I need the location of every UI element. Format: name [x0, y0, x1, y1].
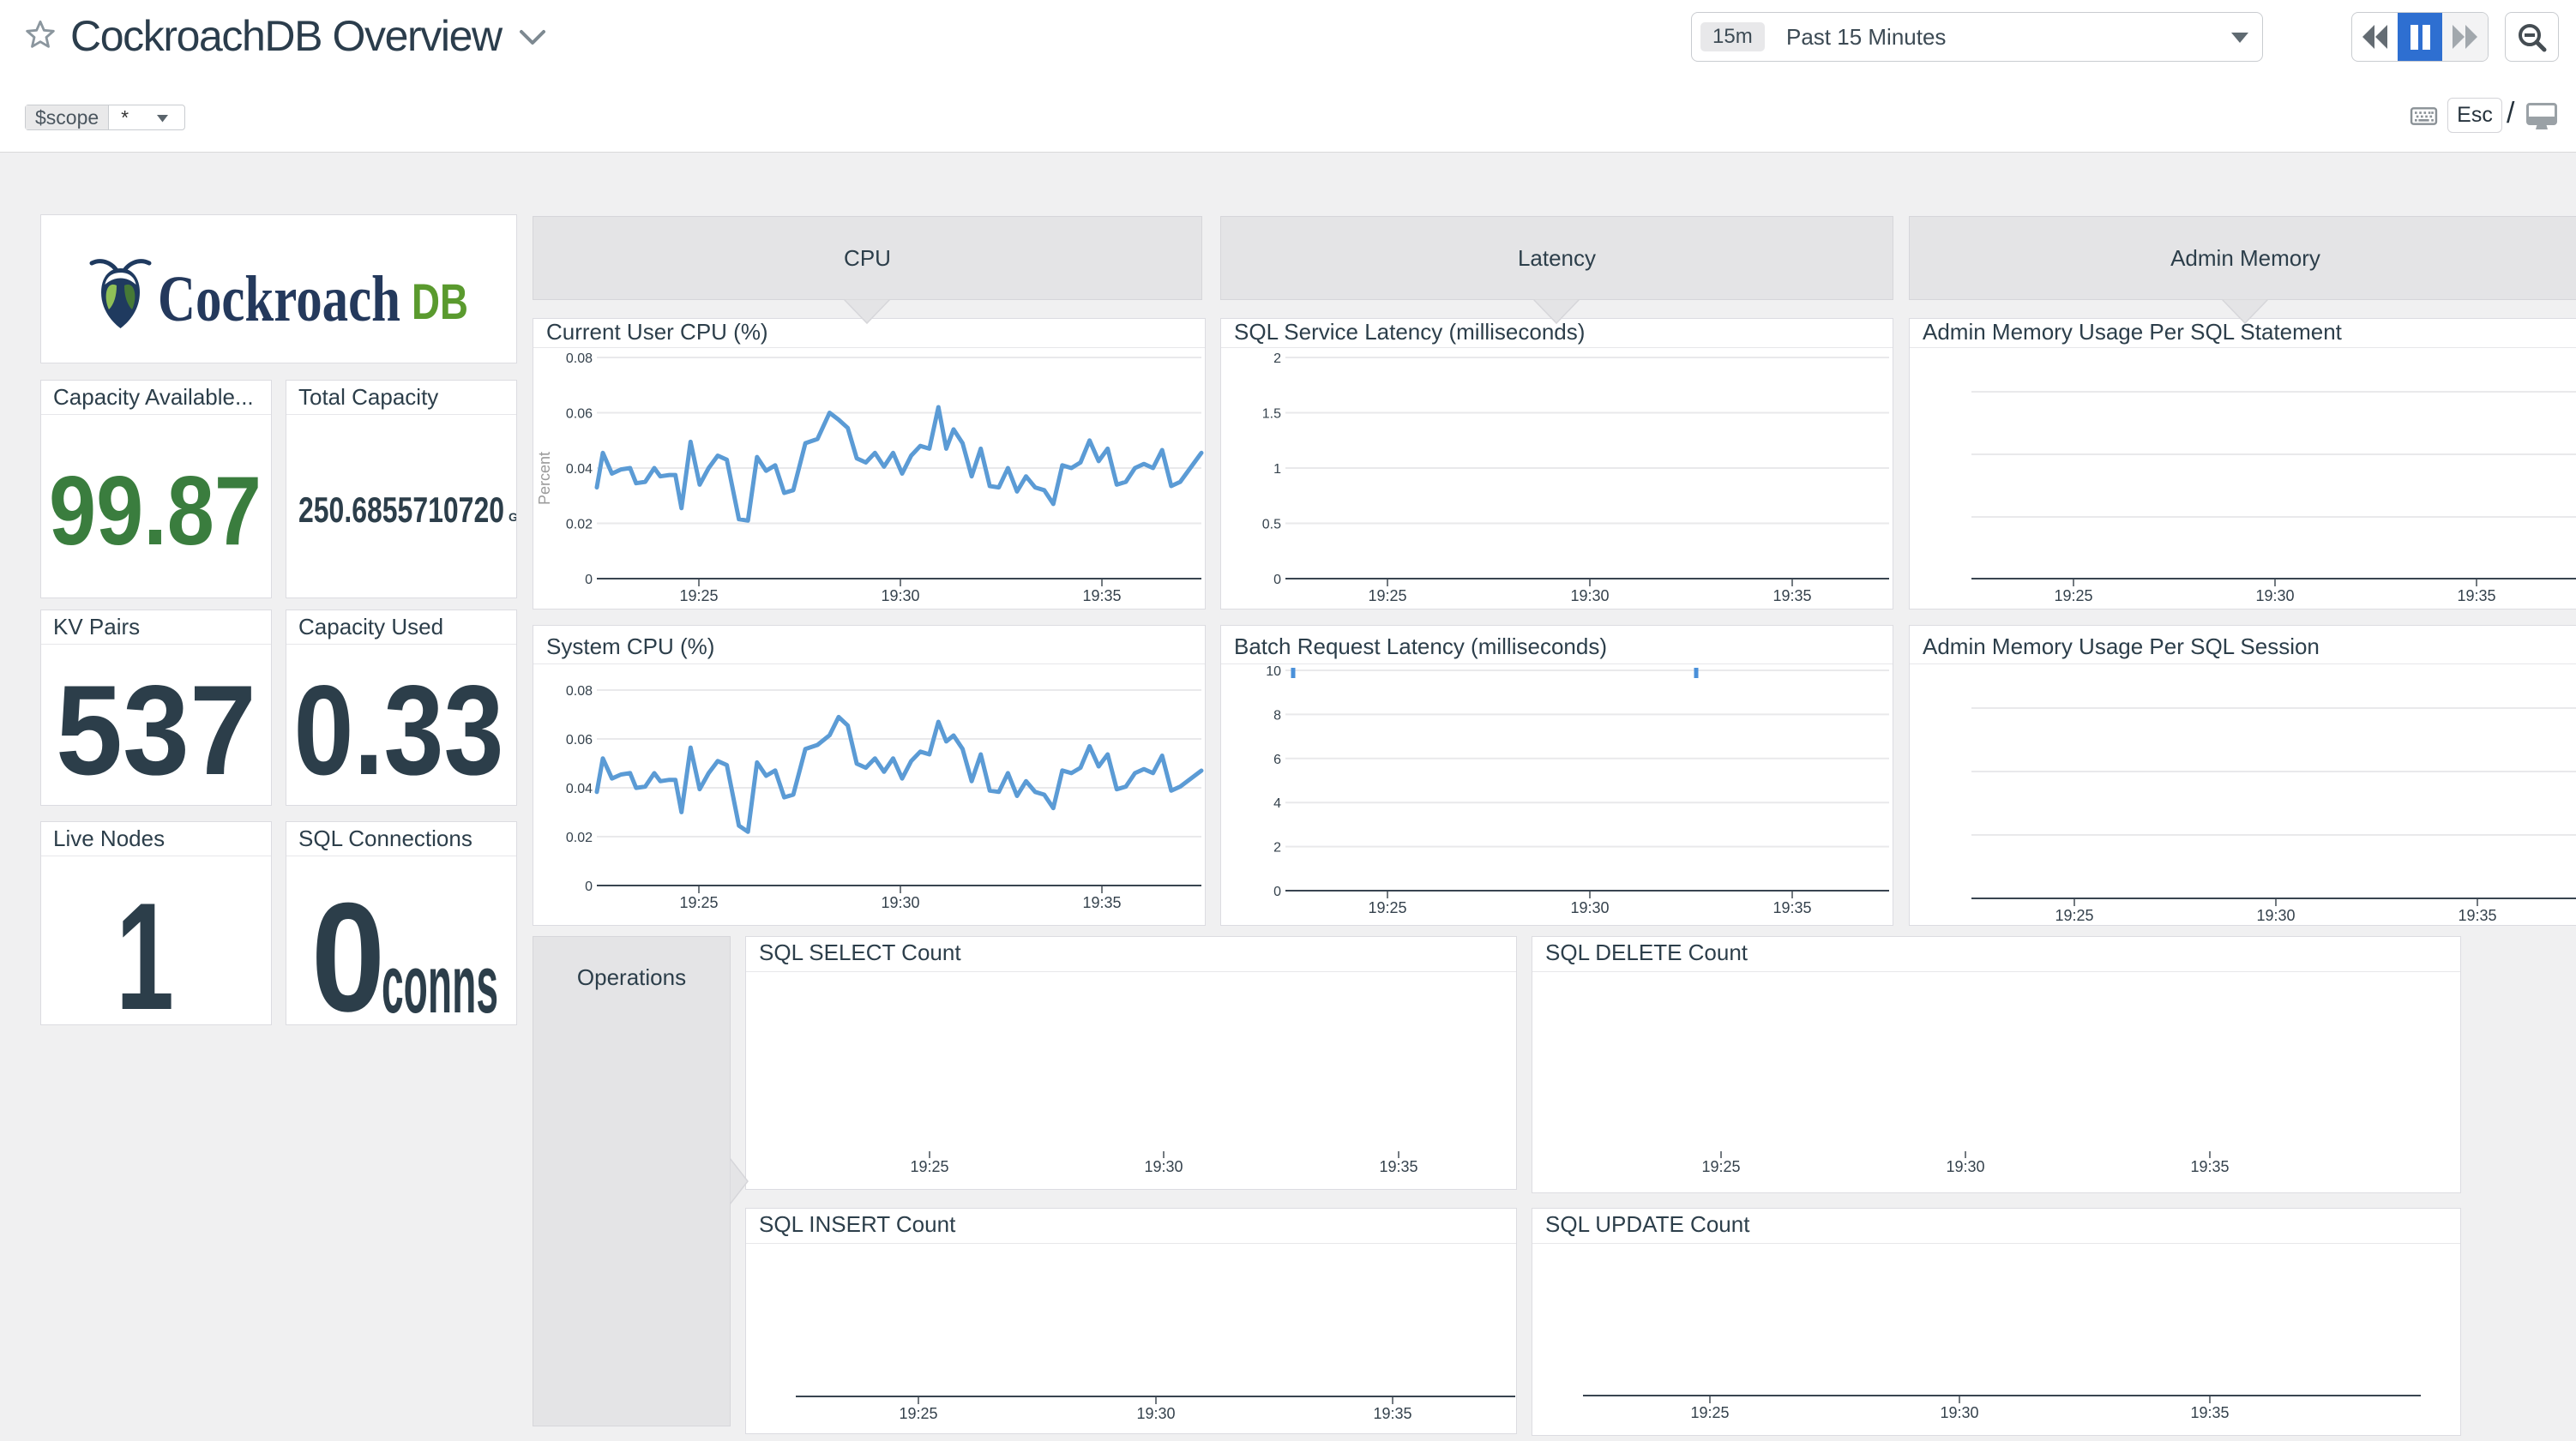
svg-text:19:25: 19:25 [1690, 1404, 1729, 1421]
svg-text:0.08: 0.08 [566, 351, 593, 366]
svg-text:2: 2 [1273, 351, 1281, 366]
svg-text:conns: conns [382, 939, 498, 1025]
svg-text:19:30: 19:30 [2256, 907, 2295, 924]
svg-text:6: 6 [1273, 753, 1281, 767]
svg-text:19:25: 19:25 [2054, 587, 2092, 604]
svg-text:19:35: 19:35 [2457, 587, 2495, 604]
svg-text:8: 8 [1273, 708, 1281, 723]
svg-text:19:35: 19:35 [2458, 907, 2496, 924]
svg-text:0: 0 [1273, 885, 1281, 899]
svg-text:0.04: 0.04 [566, 462, 593, 477]
svg-text:0.06: 0.06 [566, 407, 593, 422]
svg-text:Cockroach: Cockroach [158, 263, 400, 335]
svg-text:0: 0 [585, 880, 593, 894]
svg-text:19:35: 19:35 [1082, 894, 1121, 911]
svg-text:19:25: 19:25 [899, 1405, 937, 1422]
svg-text:19:30: 19:30 [1144, 1158, 1183, 1175]
svg-text:4: 4 [1273, 796, 1281, 811]
svg-text:19:30: 19:30 [881, 894, 919, 911]
svg-text:19:30: 19:30 [1946, 1158, 1984, 1175]
svg-text:19:30: 19:30 [1570, 899, 1609, 916]
svg-text:19:35: 19:35 [1773, 587, 1811, 604]
svg-text:10: 10 [1266, 664, 1281, 679]
svg-text:1: 1 [1273, 462, 1281, 477]
svg-text:2: 2 [1273, 841, 1281, 856]
svg-text:19:35: 19:35 [1379, 1158, 1417, 1175]
svg-text:99.87: 99.87 [49, 457, 262, 566]
svg-text:250.6855710720: 250.6855710720 [298, 489, 504, 530]
svg-text:19:30: 19:30 [2255, 587, 2294, 604]
svg-text:0.06: 0.06 [566, 733, 593, 748]
svg-text:19:35: 19:35 [1773, 899, 1811, 916]
svg-text:0.5: 0.5 [1262, 518, 1281, 532]
svg-text:1: 1 [116, 871, 174, 1025]
svg-text:Percent: Percent [536, 452, 553, 505]
svg-text:0.02: 0.02 [566, 831, 593, 845]
svg-text:19:30: 19:30 [1136, 1405, 1175, 1422]
svg-text:DB: DB [412, 274, 468, 330]
svg-text:19:25: 19:25 [679, 587, 718, 604]
svg-text:19:25: 19:25 [1701, 1158, 1740, 1175]
svg-text:19:35: 19:35 [2190, 1158, 2229, 1175]
svg-text:1.5: 1.5 [1262, 407, 1281, 422]
svg-text:19:35: 19:35 [2190, 1404, 2229, 1421]
svg-text:19:25: 19:25 [1368, 899, 1406, 916]
svg-text:0: 0 [311, 871, 385, 1025]
svg-text:19:30: 19:30 [1570, 587, 1609, 604]
svg-text:19:25: 19:25 [1368, 587, 1406, 604]
svg-text:0.04: 0.04 [566, 782, 593, 796]
svg-text:0: 0 [1273, 573, 1281, 587]
svg-text:19:25: 19:25 [2055, 907, 2093, 924]
svg-text:19:30: 19:30 [1940, 1404, 1978, 1421]
svg-text:19:25: 19:25 [910, 1158, 948, 1175]
svg-text:537: 537 [56, 658, 256, 802]
svg-text:GB: GB [509, 510, 516, 524]
svg-text:19:30: 19:30 [881, 587, 919, 604]
svg-text:19:35: 19:35 [1082, 587, 1121, 604]
svg-text:19:35: 19:35 [1373, 1405, 1411, 1422]
svg-text:0.02: 0.02 [566, 518, 593, 532]
svg-text:0: 0 [585, 573, 593, 587]
svg-text:19:25: 19:25 [679, 894, 718, 911]
svg-text:0.08: 0.08 [566, 684, 593, 699]
svg-text:0.33: 0.33 [294, 658, 504, 802]
